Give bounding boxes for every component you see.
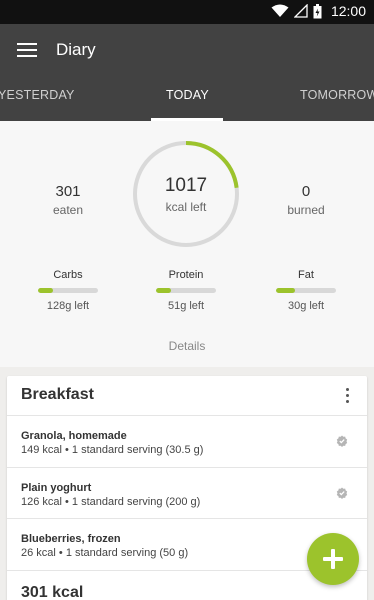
status-time: 12:00 [330,3,366,19]
burned-value: 0 [301,183,311,200]
food-info: 126 kcal • 1 standard serving (200 g) [21,495,201,508]
verified-badge-icon [336,487,348,499]
eaten-stat: 301 eaten [28,183,108,217]
food-item[interactable]: Plain yoghurt 126 kcal • 1 standard serv… [7,468,367,519]
macro-name: Protein [168,269,204,281]
macro-carbs: Carbs 128g left [38,269,98,312]
verified-badge-icon [336,435,348,447]
meal-card-header: Breakfast [7,376,367,416]
food-item[interactable]: Granola, homemade 149 kcal • 1 standard … [7,416,367,468]
macro-protein: Protein 51g left [156,269,216,312]
macro-remaining: 30g left [287,300,325,312]
meal-total: 301 kcal [21,584,84,600]
page-title: Diary [56,40,96,59]
status-bar: 12:00 [0,0,374,24]
food-info: 149 kcal • 1 standard serving (30.5 g) [21,444,204,456]
macro-progress-bar [38,288,98,293]
macro-fat: Fat 30g left [276,269,336,312]
macro-progress-bar [276,288,336,293]
signal-icon [293,4,308,18]
macro-name: Fat [298,269,314,281]
food-name: Plain yoghurt [21,481,92,494]
burned-stat: 0 burned [266,183,346,217]
daily-summary: 301 eaten 1017 kcal left 0 burned Carbs … [0,121,374,367]
menu-icon[interactable] [17,43,37,57]
macro-remaining: 51g left [167,300,205,312]
macro-name: Carbs [53,269,83,281]
food-name: Blueberries, frozen [21,533,121,545]
meal-title: Breakfast [21,386,94,403]
wifi-icon [271,4,289,17]
tab-today[interactable]: TODAY [166,88,209,102]
calorie-ring[interactable]: 1017 kcal left [132,140,240,248]
tab-tomorrow[interactable]: TOMORROW [300,88,374,102]
macro-progress-bar [156,288,216,293]
kcal-left-label: kcal left [165,200,207,214]
kcal-left-value: 1017 [164,175,208,196]
eaten-label: eaten [52,203,84,217]
app-bar: Diary YESTERDAY TODAY TOMORROW [0,24,374,121]
burned-label: burned [287,203,325,217]
details-link[interactable]: Details [0,339,374,353]
more-options-icon[interactable] [343,388,351,404]
macro-remaining: 128g left [46,300,90,312]
eaten-value: 301 [55,183,81,200]
add-food-button[interactable] [307,533,359,585]
battery-icon [313,3,322,18]
food-name: Granola, homemade [21,430,127,442]
food-info: 26 kcal • 1 standard serving (50 g) [21,547,189,559]
tab-yesterday[interactable]: YESTERDAY [0,88,75,102]
